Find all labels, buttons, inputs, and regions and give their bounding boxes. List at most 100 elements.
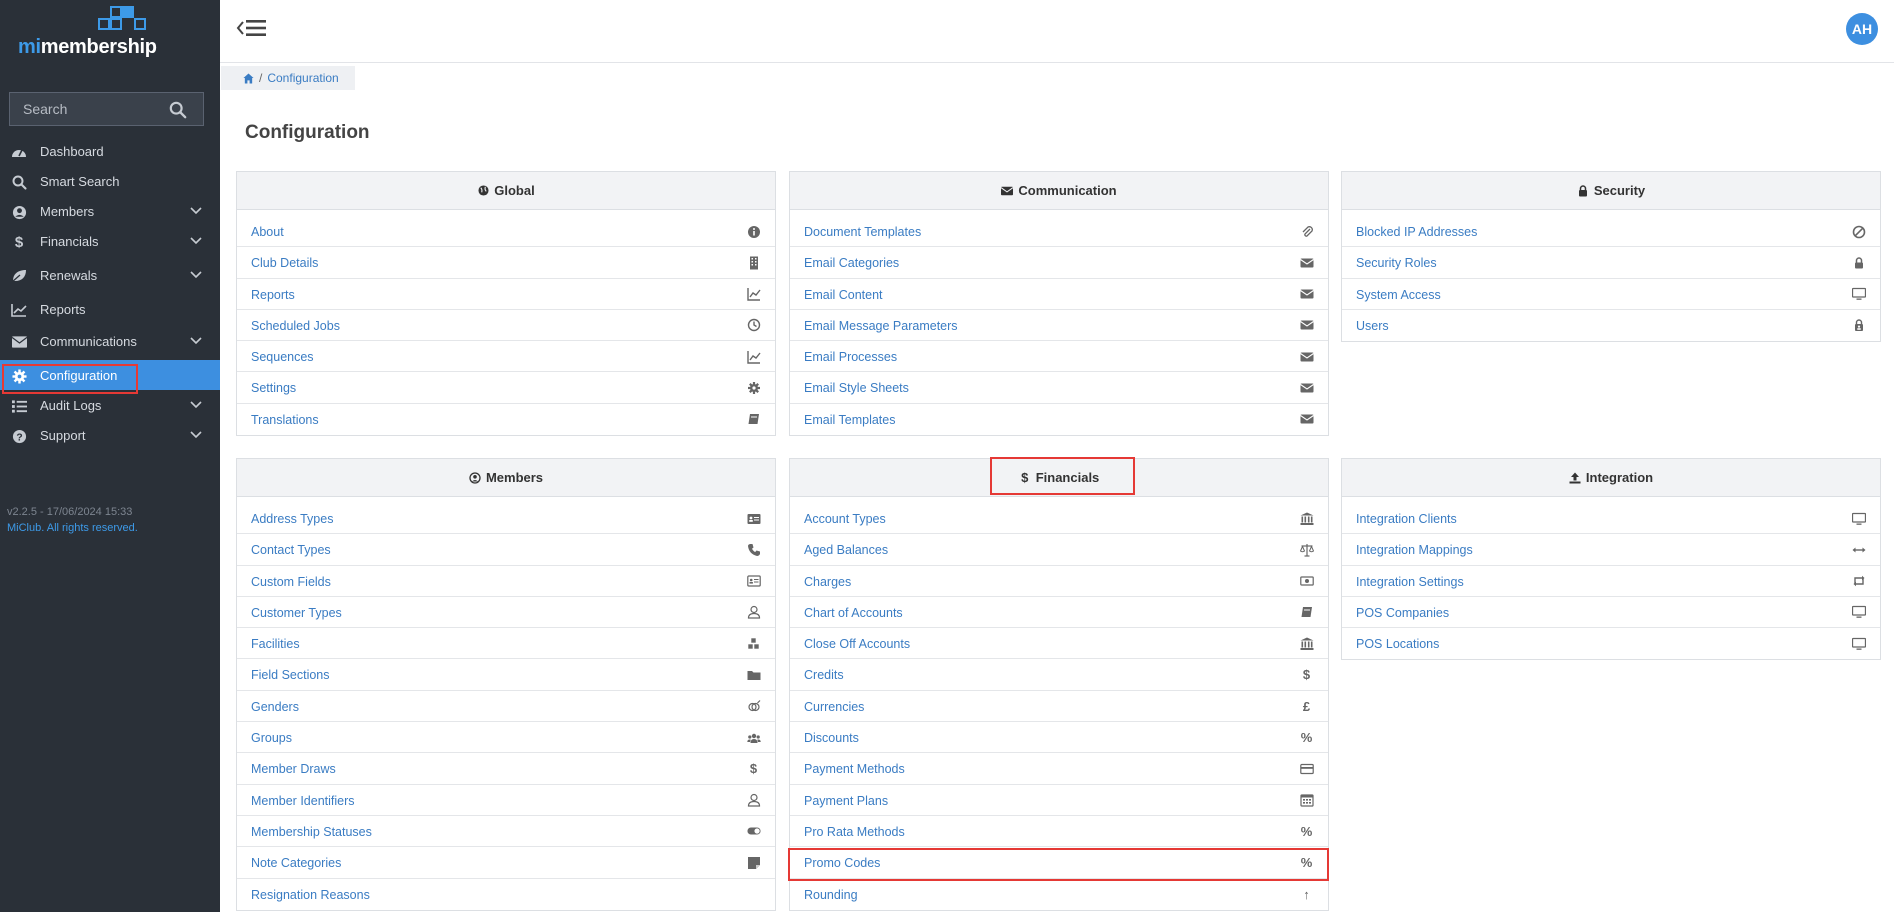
search-icon[interactable] [169, 101, 187, 119]
link-groups[interactable]: Groups [251, 731, 292, 745]
link-settings[interactable]: Settings [251, 381, 296, 395]
link-charges[interactable]: Charges [804, 575, 851, 589]
link-close-off-accounts[interactable]: Close Off Accounts [804, 637, 910, 651]
sidebar-item-reports[interactable]: Reports [0, 294, 220, 326]
link-facilities[interactable]: Facilities [251, 637, 300, 651]
sidebar-item-smart-search[interactable]: Smart Search [0, 166, 220, 196]
sidebar-item-label: Support [40, 428, 86, 443]
link-email-processes[interactable]: Email Processes [804, 350, 897, 364]
link-currencies[interactable]: Currencies [804, 700, 864, 714]
envelope-icon [1299, 412, 1314, 427]
list-item: System Access [1342, 279, 1880, 310]
link-pos-locations[interactable]: POS Locations [1356, 637, 1439, 651]
link-integration-mappings[interactable]: Integration Mappings [1356, 543, 1473, 557]
link-about[interactable]: About [251, 225, 284, 239]
link-rounding[interactable]: Rounding [804, 888, 858, 902]
list-item: Currencies £ [790, 691, 1328, 723]
link-integration-clients[interactable]: Integration Clients [1356, 512, 1457, 526]
cubes-icon [746, 636, 761, 651]
list-item: Account Types [790, 503, 1328, 535]
search-input[interactable] [10, 93, 160, 125]
link-payment-plans[interactable]: Payment Plans [804, 794, 888, 808]
link-sequences[interactable]: Sequences [251, 350, 314, 364]
link-resignation-reasons[interactable]: Resignation Reasons [251, 888, 370, 902]
sidebar-search [9, 92, 204, 126]
percent-icon: % [1300, 730, 1313, 746]
link-email-content[interactable]: Email Content [804, 288, 883, 302]
list-item: Payment Plans [790, 785, 1328, 816]
panel-header: Security [1342, 172, 1880, 210]
sidebar-item-renewals[interactable]: Renewals [0, 260, 220, 294]
sidebar-item-financials[interactable]: $ Financials [0, 226, 220, 260]
link-document-templates[interactable]: Document Templates [804, 225, 921, 239]
home-icon[interactable] [243, 72, 254, 84]
link-reports[interactable]: Reports [251, 288, 295, 302]
list-item: Integration Mappings [1342, 534, 1880, 566]
sidebar-item-support[interactable]: ? Support [0, 420, 220, 456]
sidebar-item-members[interactable]: Members [0, 196, 220, 226]
panel-header: Global [237, 172, 775, 210]
link-scheduled-jobs[interactable]: Scheduled Jobs [251, 319, 340, 333]
list-item: Scheduled Jobs [237, 310, 775, 342]
link-pro-rata-methods[interactable]: Pro Rata Methods [804, 825, 905, 839]
panel-title: Members [485, 470, 544, 485]
menu-toggle-icon[interactable] [236, 16, 270, 40]
users-icon [746, 730, 761, 745]
link-email-categories[interactable]: Email Categories [804, 256, 899, 270]
link-field-sections[interactable]: Field Sections [251, 668, 330, 682]
link-address-types[interactable]: Address Types [251, 512, 333, 526]
link-blocked-ip-addresses[interactable]: Blocked IP Addresses [1356, 225, 1477, 239]
link-note-categories[interactable]: Note Categories [251, 856, 341, 870]
link-genders[interactable]: Genders [251, 700, 299, 714]
sidebar-item-dashboard[interactable]: Dashboard [0, 136, 220, 166]
link-payment-methods[interactable]: Payment Methods [804, 762, 905, 776]
breadcrumb-current[interactable]: Configuration [267, 71, 338, 85]
genderless-icon [746, 699, 761, 714]
link-email-templates[interactable]: Email Templates [804, 413, 895, 427]
link-chart-of-accounts[interactable]: Chart of Accounts [804, 606, 903, 620]
link-member-identifiers[interactable]: Member Identifiers [251, 794, 355, 808]
link-contact-types[interactable]: Contact Types [251, 543, 331, 557]
link-customer-types[interactable]: Customer Types [251, 606, 342, 620]
list-item: Discounts% [790, 722, 1328, 754]
search-icon [11, 174, 27, 190]
link-integration-settings[interactable]: Integration Settings [1356, 575, 1464, 589]
copyright-text: MiClub. All rights reserved. [7, 522, 138, 534]
breadcrumb: / Configuration [221, 66, 355, 90]
link-security-roles[interactable]: Security Roles [1356, 256, 1437, 270]
link-discounts[interactable]: Discounts [804, 731, 859, 745]
dashboard-icon [11, 144, 27, 160]
folder-icon [746, 667, 761, 682]
list-item: Email Templates [790, 404, 1328, 435]
link-system-access[interactable]: System Access [1356, 288, 1441, 302]
link-email-style-sheets[interactable]: Email Style Sheets [804, 381, 909, 395]
link-pos-companies[interactable]: POS Companies [1356, 606, 1449, 620]
desktop-icon [1851, 287, 1866, 302]
link-membership-statuses[interactable]: Membership Statuses [251, 825, 372, 839]
book-icon [746, 412, 761, 427]
panel-header: Integration [1342, 459, 1880, 497]
desktop-icon [1851, 636, 1866, 651]
link-email-message-parameters[interactable]: Email Message Parameters [804, 319, 958, 333]
link-club-details[interactable]: Club Details [251, 256, 318, 270]
list-item: Note Categories [237, 847, 775, 879]
list-item: Member Identifiers [237, 785, 775, 816]
sidebar-item-communications[interactable]: Communications [0, 326, 220, 360]
link-users[interactable]: Users [1356, 319, 1389, 333]
link-credits[interactable]: Credits [804, 668, 844, 682]
link-member-draws[interactable]: Member Draws [251, 762, 336, 776]
avatar[interactable]: AH [1846, 13, 1878, 45]
envelope-icon [11, 334, 27, 350]
panel-header: Members [237, 459, 775, 497]
sidebar-item-audit-logs[interactable]: Audit Logs [0, 390, 220, 420]
sidebar-item-label: Renewals [40, 268, 98, 283]
panel-body: About Club Details Reports Scheduled Job… [237, 210, 775, 435]
mimembership-logo[interactable]: mimembership [18, 6, 158, 58]
user-circle-icon [469, 471, 481, 484]
bank-icon [1299, 636, 1314, 651]
link-aged-balances[interactable]: Aged Balances [804, 543, 888, 557]
sticky-note-icon [746, 855, 761, 870]
link-account-types[interactable]: Account Types [804, 512, 886, 526]
link-translations[interactable]: Translations [251, 413, 319, 427]
link-custom-fields[interactable]: Custom Fields [251, 575, 331, 589]
